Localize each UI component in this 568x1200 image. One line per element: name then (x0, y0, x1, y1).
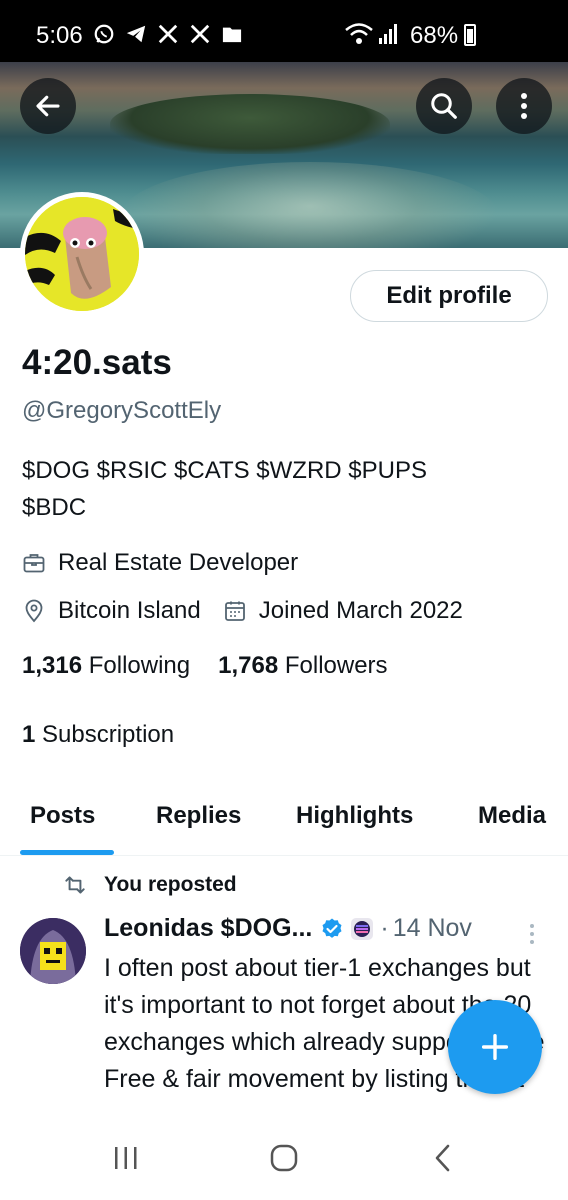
profession-row: Real Estate Developer (22, 549, 298, 577)
follow-counts: 1,316 Following 1,768 Followers (22, 652, 388, 680)
more-vertical-icon (521, 93, 527, 119)
profile-tabs: Posts Replies Highlights Media (0, 790, 568, 856)
battery-icon (464, 24, 476, 46)
home-icon (270, 1144, 298, 1172)
repost-indicator: You reposted (62, 872, 237, 898)
subscriptions-link[interactable]: 1 Subscription (22, 721, 174, 749)
banner-island (110, 94, 390, 154)
folder-icon (220, 22, 244, 46)
tab-posts[interactable]: Posts (30, 802, 95, 830)
location-pin-icon (22, 599, 46, 623)
search-icon (431, 93, 457, 119)
subscription-label: Subscription (42, 721, 175, 748)
plus-icon (481, 1033, 509, 1061)
followers-link[interactable]: 1,768 Followers (218, 652, 387, 680)
more-vertical-icon (530, 924, 534, 944)
arrow-left-icon (36, 95, 60, 117)
banner-reef (120, 162, 500, 248)
repost-label: You reposted (104, 873, 237, 896)
tab-replies[interactable]: Replies (156, 802, 241, 830)
x-icon (188, 22, 212, 46)
following-label: Following (88, 652, 191, 679)
edit-profile-button[interactable]: Edit profile (350, 270, 548, 322)
bio-line: $DOG $RSIC $CATS $WZRD $PUPS (22, 457, 427, 484)
repost-icon (62, 872, 88, 898)
post-timestamp[interactable]: 14 Nov (393, 914, 472, 943)
system-back-button[interactable] (432, 1143, 454, 1178)
chevron-left-icon (435, 1144, 450, 1172)
search-button[interactable] (416, 78, 472, 134)
location-text: Bitcoin Island (58, 597, 201, 624)
profession-text: Real Estate Developer (58, 549, 299, 576)
post-more-button[interactable] (528, 922, 536, 951)
profile-bio: $DOG $RSIC $CATS $WZRD $PUPS $BDC (22, 452, 542, 526)
following-count: 1,316 (22, 652, 83, 679)
recent-apps-icon (115, 1147, 137, 1169)
tab-highlights[interactable]: Highlights (296, 802, 413, 830)
post-author-avatar[interactable] (20, 918, 86, 984)
tab-media[interactable]: Media (478, 802, 546, 830)
status-bar: 5:06 68% (0, 0, 568, 62)
bio-line: $BDC (22, 494, 87, 521)
recent-apps-button[interactable] (112, 1144, 140, 1177)
signal-icon (378, 22, 400, 51)
status-time: 5:06 (36, 22, 83, 49)
more-button[interactable] (496, 78, 552, 134)
user-handle: @GregoryScottEly (22, 397, 222, 424)
followers-count: 1,768 (218, 652, 279, 679)
display-name: 4:20.sats (22, 343, 172, 382)
post-separator: · (380, 914, 389, 942)
active-tab-indicator (20, 850, 114, 855)
x-icon (156, 22, 180, 46)
telegram-icon (124, 22, 148, 46)
avatar-image (25, 197, 139, 311)
joined-text: Joined March 2022 (258, 597, 463, 624)
following-link[interactable]: 1,316 Following (22, 652, 190, 680)
location-joined-row: Bitcoin Island Joined March 2022 (22, 597, 463, 625)
whatsapp-icon (92, 22, 116, 46)
battery-percent: 68% (410, 22, 459, 49)
wifi-icon (344, 22, 374, 51)
home-button[interactable] (269, 1143, 299, 1178)
system-nav-bar (0, 1128, 568, 1200)
subscription-count: 1 (22, 721, 36, 748)
back-button[interactable] (20, 78, 76, 134)
post-header: Leonidas $DOG... · 14 Nov (104, 914, 472, 943)
compose-button[interactable] (448, 1000, 542, 1094)
followers-label: Followers (284, 652, 388, 679)
profile-avatar[interactable] (20, 192, 144, 316)
calendar-icon (223, 599, 247, 623)
verified-badge-icon (320, 917, 344, 941)
affiliate-badge-icon (350, 917, 374, 941)
briefcase-icon (22, 551, 46, 575)
post-author-name[interactable]: Leonidas $DOG... (104, 914, 312, 943)
notification-icons (92, 22, 244, 46)
